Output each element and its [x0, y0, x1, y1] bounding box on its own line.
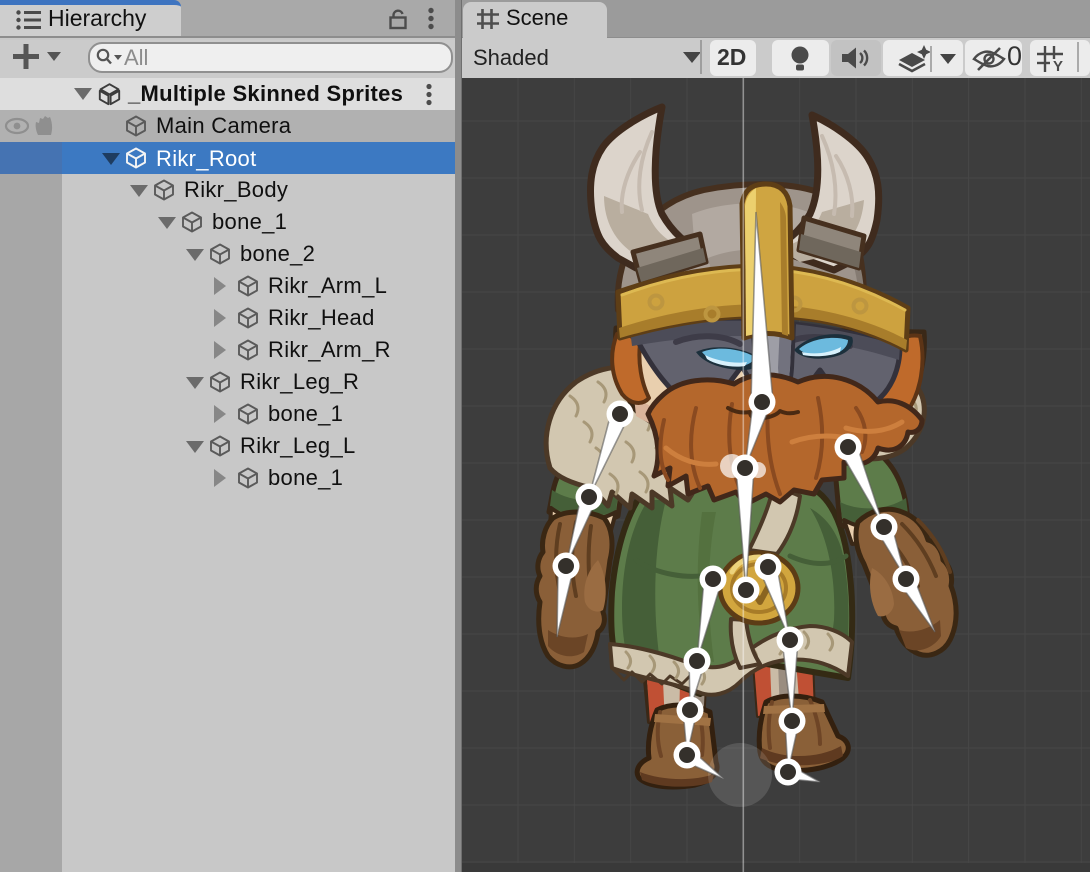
svg-text:Y: Y [1053, 58, 1063, 72]
